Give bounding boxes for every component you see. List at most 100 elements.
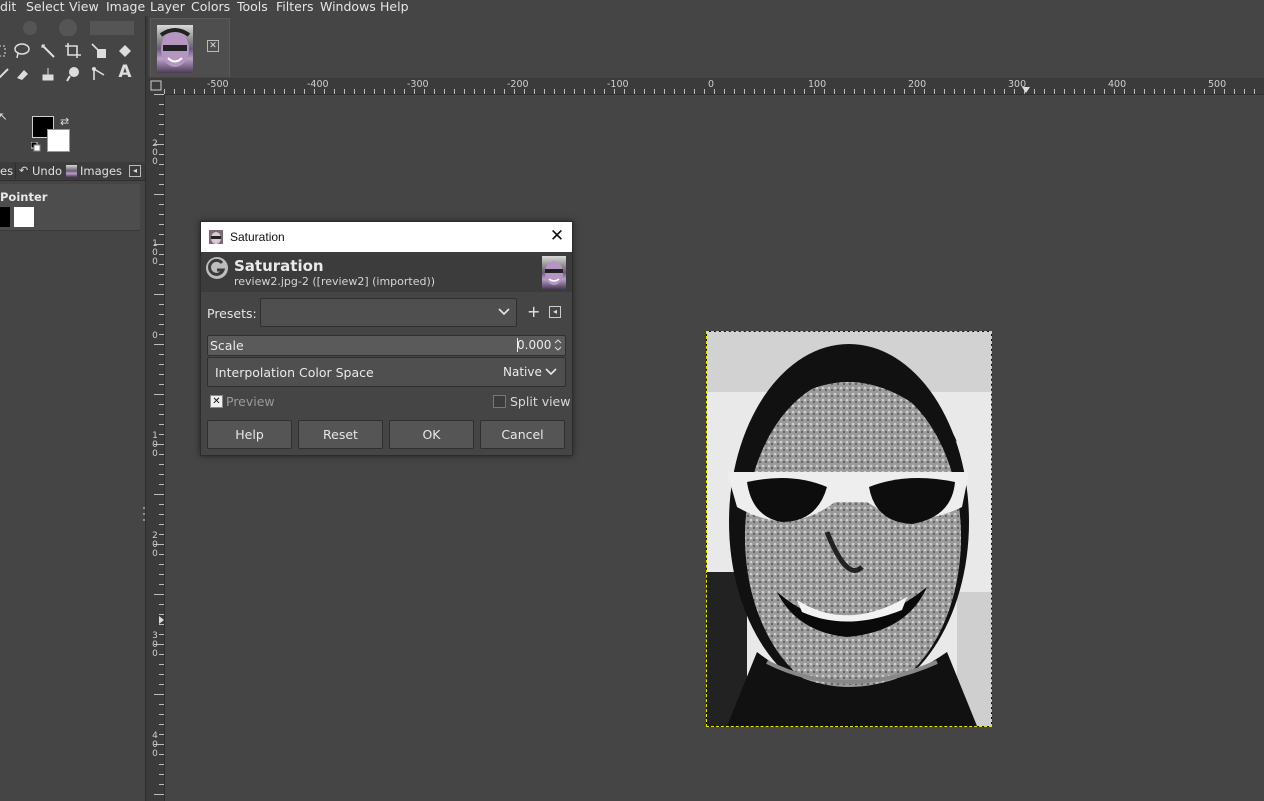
preview-checkbox[interactable]: ✕ — [210, 395, 223, 408]
dialog-title: Saturation — [230, 230, 285, 244]
image-preview-thumbnail — [542, 256, 566, 289]
tab-divider — [15, 163, 16, 179]
fuzzy-select-icon[interactable] — [39, 42, 57, 60]
pencil-icon[interactable] — [0, 65, 12, 83]
interpolation-label: Interpolation Color Space — [215, 365, 374, 380]
hruler-label: -100 — [607, 79, 629, 90]
vruler-label: 100 — [152, 239, 158, 267]
pointer-bg-swatch — [14, 207, 34, 227]
chevron-down-icon — [498, 308, 510, 316]
vertical-ruler: 200 100 0 100 200 300 400 — [148, 94, 165, 801]
bucket-fill-icon[interactable] — [116, 42, 134, 60]
chevron-down-icon — [545, 368, 557, 376]
scale-value[interactable]: 0.000 — [517, 338, 551, 352]
cancel-button[interactable]: Cancel — [480, 420, 565, 449]
hruler-label: 0 — [708, 79, 715, 90]
vruler-label: 300 — [152, 631, 158, 659]
vruler-label: 200 — [152, 531, 158, 559]
undo-icon: ↶ — [19, 164, 29, 177]
menubar: dit Select View Image Layer Colors Tools… — [0, 0, 1264, 16]
smudge-icon[interactable] — [64, 65, 82, 83]
vruler-label: 100 — [152, 431, 158, 459]
hruler-label: -300 — [407, 79, 429, 90]
menu-edit[interactable]: dit — [0, 0, 16, 14]
image-thumbnail — [157, 25, 193, 73]
text-tool-icon[interactable]: A — [116, 63, 134, 81]
background-color-swatch[interactable] — [47, 129, 70, 152]
image-tab-bar — [148, 16, 1264, 76]
menu-image[interactable]: Image — [106, 0, 145, 14]
presets-combo[interactable] — [260, 298, 517, 327]
ok-button[interactable]: OK — [389, 420, 474, 449]
help-button[interactable]: Help — [207, 420, 292, 449]
paths-icon[interactable] — [90, 65, 108, 83]
header-subtitle: review2.jpg-2 ([review2] (imported)) — [234, 275, 436, 288]
hruler-label: -500 — [207, 79, 229, 90]
hruler-label: -200 — [507, 79, 529, 90]
canvas-image[interactable] — [706, 331, 992, 727]
menu-layer[interactable]: Layer — [150, 0, 185, 14]
saturation-dialog: Saturation ✕ Saturation review2.jpg-2 ([… — [200, 221, 573, 456]
default-colors-icon[interactable] — [30, 141, 41, 152]
vruler-label: 0 — [152, 331, 158, 341]
menu-filters[interactable]: Filters — [276, 0, 313, 14]
split-view-checkbox[interactable] — [493, 395, 506, 408]
split-view-label: Split view — [510, 394, 571, 409]
close-icon[interactable]: ✕ — [548, 227, 566, 245]
header-title: Saturation — [234, 257, 324, 275]
menu-windows[interactable]: Windows — [320, 0, 376, 14]
hruler-pointer-marker — [1022, 87, 1030, 93]
eraser-icon[interactable] — [13, 65, 31, 83]
tab-undo[interactable]: Undo — [32, 164, 62, 178]
pointer-panel: Pointer — [0, 184, 140, 231]
dialog-header: Saturation review2.jpg-2 ([review2] (imp… — [201, 252, 572, 292]
lasso-icon[interactable] — [13, 42, 31, 60]
toolbox-header-icon — [23, 19, 134, 37]
pointer-label: Pointer — [0, 190, 48, 204]
add-preset-icon[interactable]: + — [527, 302, 540, 321]
tab-images[interactable]: Images — [80, 164, 122, 178]
close-tab-icon[interactable]: ✕ — [207, 40, 219, 52]
text-cursor — [517, 338, 518, 352]
vruler-label: 400 — [152, 731, 158, 759]
vruler-pointer-marker — [159, 616, 164, 624]
unified-transform-icon[interactable] — [90, 42, 108, 60]
menu-view[interactable]: View — [69, 0, 99, 14]
menu-tools[interactable]: Tools — [237, 0, 268, 14]
interpolation-combo[interactable]: Interpolation Color Space Native — [207, 357, 566, 387]
menu-select[interactable]: Select — [26, 0, 65, 14]
interpolation-value: Native — [503, 365, 542, 379]
presets-label: Presets: — [207, 306, 257, 321]
splitter-grip[interactable] — [142, 505, 146, 523]
toolbox: A ↖ ⇄ — [0, 16, 146, 801]
image-tab[interactable]: ✕ — [150, 18, 230, 77]
vruler-label: 200 — [152, 139, 158, 167]
menu-help[interactable]: Help — [380, 0, 409, 14]
hruler-label: 400 — [1108, 79, 1127, 90]
crop-icon[interactable] — [64, 42, 82, 60]
hruler-label: 200 — [908, 79, 927, 90]
spin-arrows-icon[interactable] — [553, 337, 563, 353]
dock-menu-icon[interactable]: ◂ — [129, 165, 141, 177]
preview-label: Preview — [226, 394, 275, 409]
hruler-label: -400 — [307, 79, 329, 90]
gegl-logo-icon — [205, 256, 229, 280]
presets-menu-icon[interactable]: ◂ — [549, 306, 561, 318]
hruler-label: 100 — [808, 79, 827, 90]
dialog-titlebar[interactable]: Saturation ✕ — [201, 222, 572, 252]
pointer-fg-swatch — [0, 207, 10, 227]
tab-partial[interactable]: es — [0, 164, 13, 178]
images-tab-icon — [66, 165, 77, 177]
gimp-app-icon — [208, 229, 224, 245]
tool-options-strip — [0, 18, 135, 37]
menu-colors[interactable]: Colors — [191, 0, 230, 14]
reset-button[interactable]: Reset — [298, 420, 383, 449]
hruler-label: 500 — [1208, 79, 1227, 90]
portrait-image — [707, 332, 991, 726]
scale-spinscale[interactable]: Scale 0.000 — [207, 335, 566, 356]
clone-icon[interactable] — [39, 65, 57, 83]
small-pointer-icon: ↖ — [0, 110, 8, 123]
horizontal-ruler: -500 -400 -300 -200 -100 0 100 200 300 4… — [148, 78, 1264, 95]
swap-colors-icon[interactable]: ⇄ — [60, 115, 69, 128]
rect-select-icon[interactable] — [0, 42, 12, 60]
